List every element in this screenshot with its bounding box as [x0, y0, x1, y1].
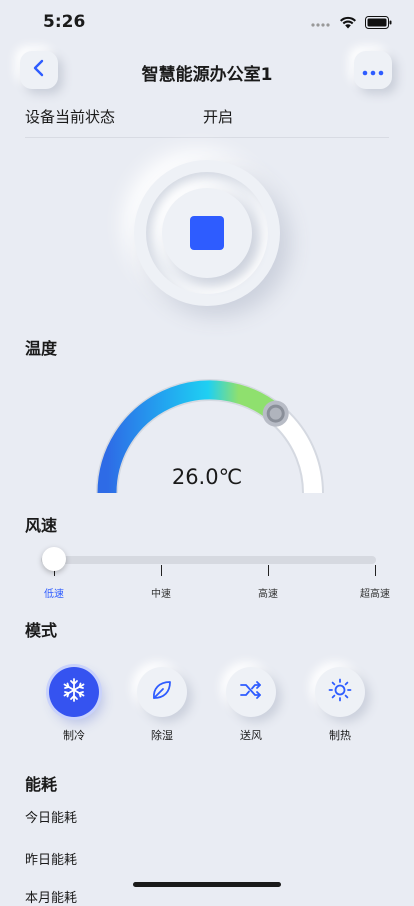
fan-speed-option-low[interactable]: 低速: [44, 585, 64, 600]
signal-icon: [311, 14, 331, 33]
temperature-knob[interactable]: [262, 400, 289, 427]
energy-month-label: 本月能耗: [25, 891, 78, 906]
power-stop-button[interactable]: [162, 188, 252, 278]
temperature-value: 26.0℃: [171, 465, 243, 489]
fan-speed-tick: [161, 565, 162, 576]
status-bar: 5:26: [0, 0, 414, 44]
fan-speed-slider-thumb[interactable]: [42, 547, 66, 571]
leaf-icon: [149, 677, 175, 707]
device-state-label: 设备当前状态: [25, 108, 116, 126]
home-indicator: [133, 882, 281, 887]
power-button-ring: [146, 172, 268, 294]
sun-icon: [327, 677, 353, 707]
mode-dehumidify-label: 除湿: [151, 729, 173, 742]
mode-fan-button[interactable]: [226, 667, 276, 717]
status-icons: [311, 14, 392, 33]
more-button[interactable]: [354, 51, 392, 89]
battery-icon: [365, 14, 392, 33]
temperature-section-title: 温度: [25, 339, 58, 358]
mode-fan-label: 送风: [240, 729, 262, 742]
mode-section-title: 模式: [25, 621, 58, 640]
mode-cool-label: 制冷: [63, 729, 85, 742]
stop-icon: [190, 216, 224, 250]
fan-speed-section-title: 风速: [25, 516, 58, 535]
energy-yesterday-label: 昨日能耗: [25, 853, 78, 868]
fan-speed-tick: [268, 565, 269, 576]
mode-heat-button[interactable]: [315, 667, 365, 717]
snowflake-icon: [61, 677, 87, 707]
fan-speed-option-turbo[interactable]: 超高速: [360, 585, 390, 600]
status-time: 5:26: [43, 12, 86, 32]
fan-speed-slider-track[interactable]: [41, 556, 376, 564]
page-title: 智慧能源办公室1: [141, 65, 273, 85]
power-button-housing: [134, 160, 280, 306]
device-state-value: 开启: [203, 108, 234, 126]
fan-speed-option-medium[interactable]: 中速: [151, 585, 171, 600]
divider: [25, 137, 389, 138]
wifi-icon: [339, 14, 357, 33]
fan-speed-tick: [375, 565, 376, 576]
fan-speed-option-high[interactable]: 高速: [258, 585, 278, 600]
mode-heat-label: 制热: [329, 729, 351, 742]
energy-today-label: 今日能耗: [25, 811, 78, 826]
mode-dehumidify-button[interactable]: [137, 667, 187, 717]
energy-section-title: 能耗: [25, 775, 58, 794]
more-dots-icon: [362, 61, 384, 80]
shuffle-icon: [238, 677, 264, 707]
mode-cool-button[interactable]: [49, 667, 99, 717]
